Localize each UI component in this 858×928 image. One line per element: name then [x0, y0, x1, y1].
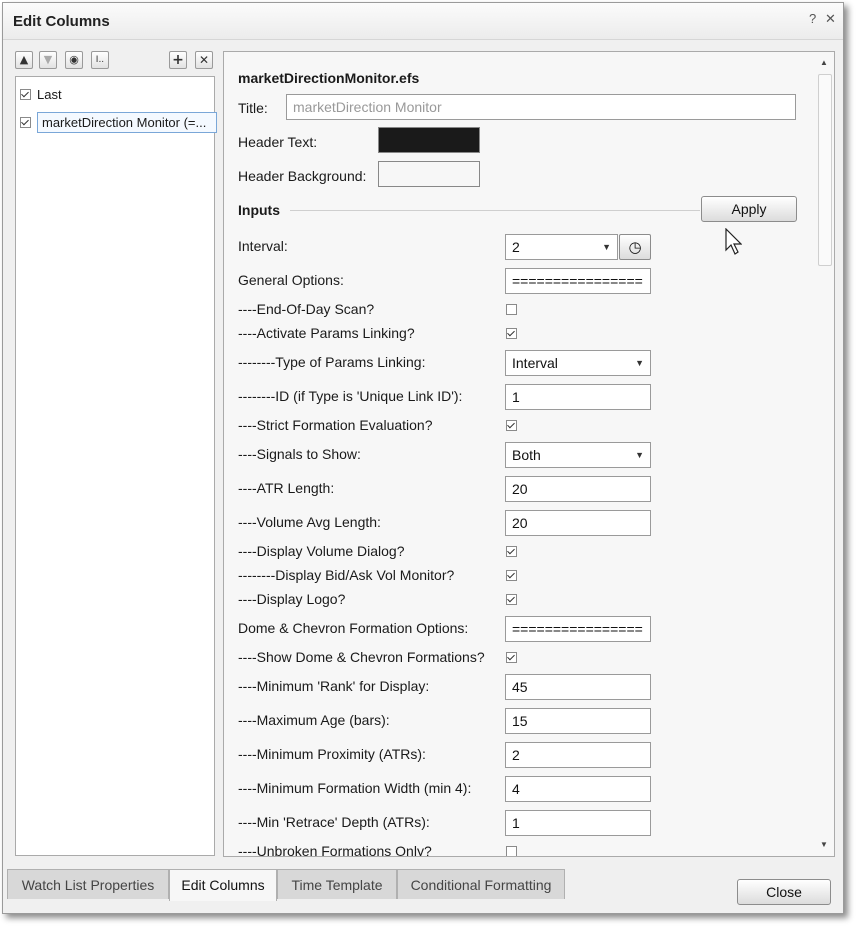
input-select-value: Both — [512, 447, 541, 463]
tab-edit-columns[interactable]: Edit Columns — [169, 869, 277, 901]
input-text-field[interactable]: 20 — [505, 510, 651, 536]
input-select-value: Interval — [512, 355, 558, 371]
title-input[interactable]: marketDirection Monitor — [286, 94, 796, 120]
input-label: General Options: — [238, 272, 344, 288]
dropdown-arrow-icon[interactable]: ▼ — [635, 443, 644, 467]
input-checkbox[interactable] — [506, 570, 517, 581]
remove-column-button[interactable]: ✕ — [195, 51, 213, 69]
input-label: --------Display Bid/Ask Vol Monitor? — [238, 567, 455, 583]
input-label: ----Maximum Age (bars): — [238, 712, 390, 728]
input-label: ----Signals to Show: — [238, 446, 361, 462]
header-text-label: Header Text: — [238, 134, 318, 150]
close-icon: ✕ — [198, 53, 210, 67]
edit-columns-dialog: Edit Columns ? ✕ ▲ ▼ ◉ I.. + ✕ Last marke… — [2, 2, 844, 914]
tab-conditional-formatting[interactable]: Conditional Formatting — [397, 869, 565, 899]
input-label: ----Display Volume Dialog? — [238, 543, 405, 559]
input-label: Dome & Chevron Formation Options: — [238, 620, 469, 636]
input-label: ----Display Logo? — [238, 591, 346, 607]
move-up-icon: ▲ — [19, 53, 29, 66]
dropdown-arrow-icon[interactable]: ▼ — [602, 235, 611, 259]
input-text-field[interactable]: 20 — [505, 476, 651, 502]
eye-icon: ◉ — [69, 53, 79, 66]
input-text-field[interactable]: 1 — [505, 810, 651, 836]
input-text-field[interactable]: 4 — [505, 776, 651, 802]
input-text-field[interactable]: 45 — [505, 674, 651, 700]
input-checkbox[interactable] — [506, 328, 517, 339]
input-text-field[interactable]: 15 — [505, 708, 651, 734]
input-label: ----Minimum 'Rank' for Display: — [238, 678, 430, 694]
input-checkbox[interactable] — [506, 304, 517, 315]
input-label: ----Unbroken Formations Only? — [238, 843, 432, 857]
visibility-button[interactable]: ◉ — [65, 51, 83, 69]
tab-time-template[interactable]: Time Template — [277, 869, 397, 899]
input-label: ----Activate Params Linking? — [238, 325, 415, 341]
script-file-name: marketDirectionMonitor.efs — [238, 70, 420, 86]
input-checkbox[interactable] — [506, 846, 517, 856]
input-select[interactable]: 2 ▼ — [505, 234, 618, 260]
input-text-field[interactable]: 1 — [505, 384, 651, 410]
scroll-up-icon[interactable]: ▲ — [820, 58, 828, 67]
add-column-button[interactable]: + — [169, 51, 187, 69]
input-text-field[interactable]: ================ — [505, 268, 651, 294]
input-label: ----Volume Avg Length: — [238, 514, 381, 530]
vertical-scrollbar[interactable]: ▲ ▼ — [816, 52, 834, 856]
inputs-heading: Inputs — [238, 202, 280, 218]
close-icon[interactable]: ✕ — [825, 11, 836, 27]
column-properties-panel: marketDirectionMonitor.efs Title: market… — [223, 51, 835, 857]
header-text-color-swatch[interactable] — [378, 127, 480, 153]
text-cursor-icon: I.. — [95, 55, 105, 65]
input-label: ----ATR Length: — [238, 480, 335, 496]
close-button[interactable]: Close — [737, 879, 831, 905]
title-label: Title: — [238, 100, 268, 116]
dropdown-arrow-icon[interactable]: ▼ — [635, 351, 644, 375]
move-up-button[interactable]: ▲ — [15, 51, 33, 69]
input-label: ----Minimum Proximity (ATRs): — [238, 746, 426, 762]
input-select[interactable]: Both ▼ — [505, 442, 651, 468]
title-bar: Edit Columns ? ✕ — [3, 3, 843, 40]
help-icon[interactable]: ? — [809, 11, 816, 26]
input-label: ----Show Dome & Chevron Formations? — [238, 649, 485, 665]
apply-button[interactable]: Apply — [701, 196, 797, 222]
input-label: ----Strict Formation Evaluation? — [238, 417, 433, 433]
input-checkbox[interactable] — [506, 652, 517, 663]
move-down-icon: ▼ — [43, 53, 53, 66]
column-list-item-label: Last — [37, 86, 62, 102]
input-text-field[interactable]: ================ — [505, 616, 651, 642]
header-background-label: Header Background: — [238, 168, 367, 184]
plus-icon: + — [172, 52, 184, 68]
scroll-down-icon[interactable]: ▼ — [820, 840, 828, 849]
interval-clock-button[interactable]: ◷ — [619, 234, 651, 260]
input-label: --------Type of Params Linking: — [238, 354, 426, 370]
input-label: ----Minimum Formation Width (min 4): — [238, 780, 472, 796]
input-checkbox[interactable] — [506, 594, 517, 605]
rename-button[interactable]: I.. — [91, 51, 109, 69]
input-label: Interval: — [238, 238, 288, 254]
mouse-cursor-icon — [725, 228, 742, 255]
input-text-field[interactable]: 2 — [505, 742, 651, 768]
scrollbar-thumb[interactable] — [818, 74, 832, 266]
column-list: Last marketDirection Monitor (=... — [15, 76, 217, 856]
dialog-title: Edit Columns — [13, 13, 110, 30]
move-down-button[interactable]: ▼ — [39, 51, 57, 69]
input-checkbox[interactable] — [506, 546, 517, 557]
tab-watch-list-properties[interactable]: Watch List Properties — [7, 869, 169, 899]
input-checkbox[interactable] — [506, 420, 517, 431]
clock-icon: ◷ — [628, 238, 642, 256]
input-label: ----Min 'Retrace' Depth (ATRs): — [238, 814, 430, 830]
column-visible-checkbox[interactable] — [20, 116, 31, 128]
column-list-item[interactable]: marketDirection Monitor (=... — [20, 111, 217, 133]
column-list-item[interactable]: Last — [20, 83, 62, 105]
input-select-value: 2 — [512, 239, 520, 255]
column-visible-checkbox[interactable] — [20, 88, 31, 100]
inputs-divider — [290, 210, 700, 211]
input-select[interactable]: Interval ▼ — [505, 350, 651, 376]
header-background-color-swatch[interactable] — [378, 161, 480, 187]
input-label: --------ID (if Type is 'Unique Link ID')… — [238, 388, 463, 404]
column-list-item-label: marketDirection Monitor (=... — [37, 111, 217, 133]
input-label: ----End-Of-Day Scan? — [238, 301, 375, 317]
